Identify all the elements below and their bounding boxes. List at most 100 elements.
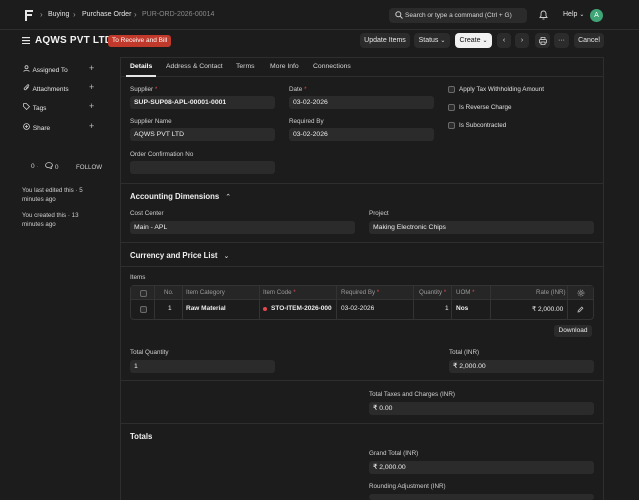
row-no: 1	[168, 305, 172, 312]
tab-more-info[interactable]: More Info	[270, 63, 299, 70]
totals-section-title: Totals	[130, 432, 153, 441]
project-label: Project	[369, 210, 389, 217]
col-required-by-text: Required By	[341, 289, 376, 296]
previous-doc-button[interactable]: ‹	[497, 33, 511, 48]
row-uom[interactable]: Nos	[456, 305, 468, 312]
grand-total-label: Grand Total (INR)	[369, 450, 419, 457]
tab-address-contact[interactable]: Address & Contact	[166, 63, 223, 70]
create-button-label: Create	[459, 37, 481, 44]
breadcrumb-buying[interactable]: Buying	[48, 11, 69, 18]
total-taxes-field[interactable]: ₹ 0.00	[369, 402, 594, 415]
reverse-charge-checkbox[interactable]	[448, 104, 455, 111]
add-attachment-icon[interactable]: +	[89, 82, 94, 92]
sidebar-assigned-to[interactable]: Assigned To	[22, 65, 68, 74]
col-uom-text: UOM	[456, 289, 471, 296]
comment-icon	[45, 162, 53, 170]
like-count-value: 0	[31, 163, 35, 170]
sidebar-attachments[interactable]: Attachments	[22, 84, 69, 93]
supplier-field[interactable]: SUP-SUP08-APL-00001-0001	[130, 96, 275, 109]
project-field[interactable]: Making Electronic Chips	[369, 221, 594, 234]
required-mark: *	[293, 289, 296, 296]
subcontracted-checkbox[interactable]	[448, 122, 455, 129]
order-confirmation-field[interactable]	[130, 161, 275, 174]
update-items-button[interactable]: Update Items	[360, 33, 410, 48]
create-dropdown-button[interactable]: Create ⌄	[455, 33, 492, 48]
chevron-down-icon: ⌄	[579, 12, 585, 18]
more-actions-button[interactable]: ···	[554, 33, 569, 48]
row-quantity[interactable]: 1	[445, 305, 449, 312]
paperclip-icon	[23, 84, 30, 91]
sidebar-attachments-label: Attachments	[32, 86, 69, 93]
tab-connections[interactable]: Connections	[313, 63, 351, 70]
divider	[121, 423, 603, 424]
col-item-code: Item Code *	[263, 289, 296, 296]
date-label: Date *	[289, 86, 307, 93]
share-icon	[23, 123, 30, 130]
required-mark: *	[154, 86, 158, 93]
tag-icon	[23, 103, 31, 110]
dot-separator: ·	[36, 163, 39, 170]
chevron-right-icon: ›	[520, 37, 524, 44]
total-quantity-field[interactable]: 1	[130, 360, 275, 373]
select-all-checkbox[interactable]	[140, 290, 147, 297]
breadcrumb-current-doc[interactable]: PUR-ORD-2026-00014	[142, 11, 214, 18]
required-by-field[interactable]: 03-02-2026	[289, 128, 434, 141]
col-item-code-text: Item Code	[263, 289, 292, 296]
accounting-section-header[interactable]: Accounting Dimensions ⌃	[130, 192, 231, 201]
rounding-adjustment-field[interactable]	[369, 494, 594, 500]
add-assignee-icon[interactable]: +	[89, 63, 94, 73]
supplier-label-text: Supplier	[130, 86, 154, 93]
date-field[interactable]: 03-02-2026	[289, 96, 434, 109]
printer-icon	[538, 36, 547, 45]
grand-total-field[interactable]: ₹ 2,000.00	[369, 461, 594, 474]
chevron-down-icon: ⌄	[482, 38, 488, 44]
divider	[121, 380, 603, 381]
app-logo-icon[interactable]	[24, 10, 34, 21]
follow-button[interactable]: FOLLOW	[76, 164, 102, 171]
sidebar-share-label: Share	[32, 125, 51, 132]
status-dropdown-button[interactable]: Status ⌄	[414, 33, 450, 48]
required-by-label: Required By	[289, 118, 324, 125]
sidebar-tags[interactable]: Tags	[22, 103, 46, 112]
user-avatar[interactable]: A	[590, 9, 603, 22]
cost-center-field[interactable]: Main - APL	[130, 221, 355, 234]
supplier-name-field[interactable]: AQWS PVT LTD	[130, 128, 275, 141]
help-menu[interactable]: Help ⌄	[563, 11, 584, 18]
chevron-down-icon: ⌄	[223, 253, 230, 260]
edit-row-icon[interactable]	[577, 306, 584, 313]
add-tag-icon[interactable]: +	[89, 101, 94, 111]
sidebar-toggle-icon[interactable]	[22, 37, 30, 44]
row-rate[interactable]: ₹ 2,000.00	[532, 305, 563, 313]
row-required-by[interactable]: 03-02-2026	[341, 305, 374, 312]
subcontracted-label: Is Subcontracted	[459, 122, 507, 129]
comment-count[interactable]: 0	[45, 162, 58, 171]
more-dots-icon: ···	[558, 37, 565, 44]
chevron-up-icon: ⌃	[225, 194, 232, 201]
breadcrumb-purchase-order[interactable]: Purchase Order	[82, 11, 131, 18]
tab-terms[interactable]: Terms	[236, 63, 255, 70]
add-share-icon[interactable]: +	[89, 121, 94, 131]
print-button[interactable]	[535, 33, 550, 48]
notification-bell-icon[interactable]	[539, 10, 548, 20]
apply-tax-checkbox[interactable]	[448, 86, 455, 93]
row-item-code[interactable]: STO-ITEM-2026-000	[271, 305, 334, 312]
settings-gear-icon[interactable]	[577, 289, 585, 297]
cancel-button[interactable]: Cancel	[574, 33, 604, 48]
supplier-name-label: Supplier Name	[130, 118, 172, 125]
like-count[interactable]: 0 ·	[31, 163, 39, 170]
sidebar-share[interactable]: Share	[22, 123, 50, 132]
next-doc-button[interactable]: ›	[515, 33, 529, 48]
chevron-right-icon: ›	[134, 10, 137, 19]
active-tab-indicator	[126, 75, 156, 77]
items-label: Items	[130, 274, 146, 281]
currency-section-header[interactable]: Currency and Price List ⌄	[130, 251, 229, 260]
form-panel	[120, 57, 604, 500]
tab-details[interactable]: Details	[130, 63, 152, 70]
comment-count-value: 0	[54, 164, 59, 171]
row-select-checkbox[interactable]	[140, 306, 147, 313]
reverse-charge-label: Is Reverse Charge	[459, 104, 512, 111]
row-item-category[interactable]: Raw Material	[186, 305, 226, 312]
download-button[interactable]: Download	[554, 325, 592, 337]
total-field[interactable]: ₹ 2,000.00	[449, 360, 594, 373]
search-bar[interactable]: Search or type a command (Ctrl + G)	[389, 8, 527, 23]
